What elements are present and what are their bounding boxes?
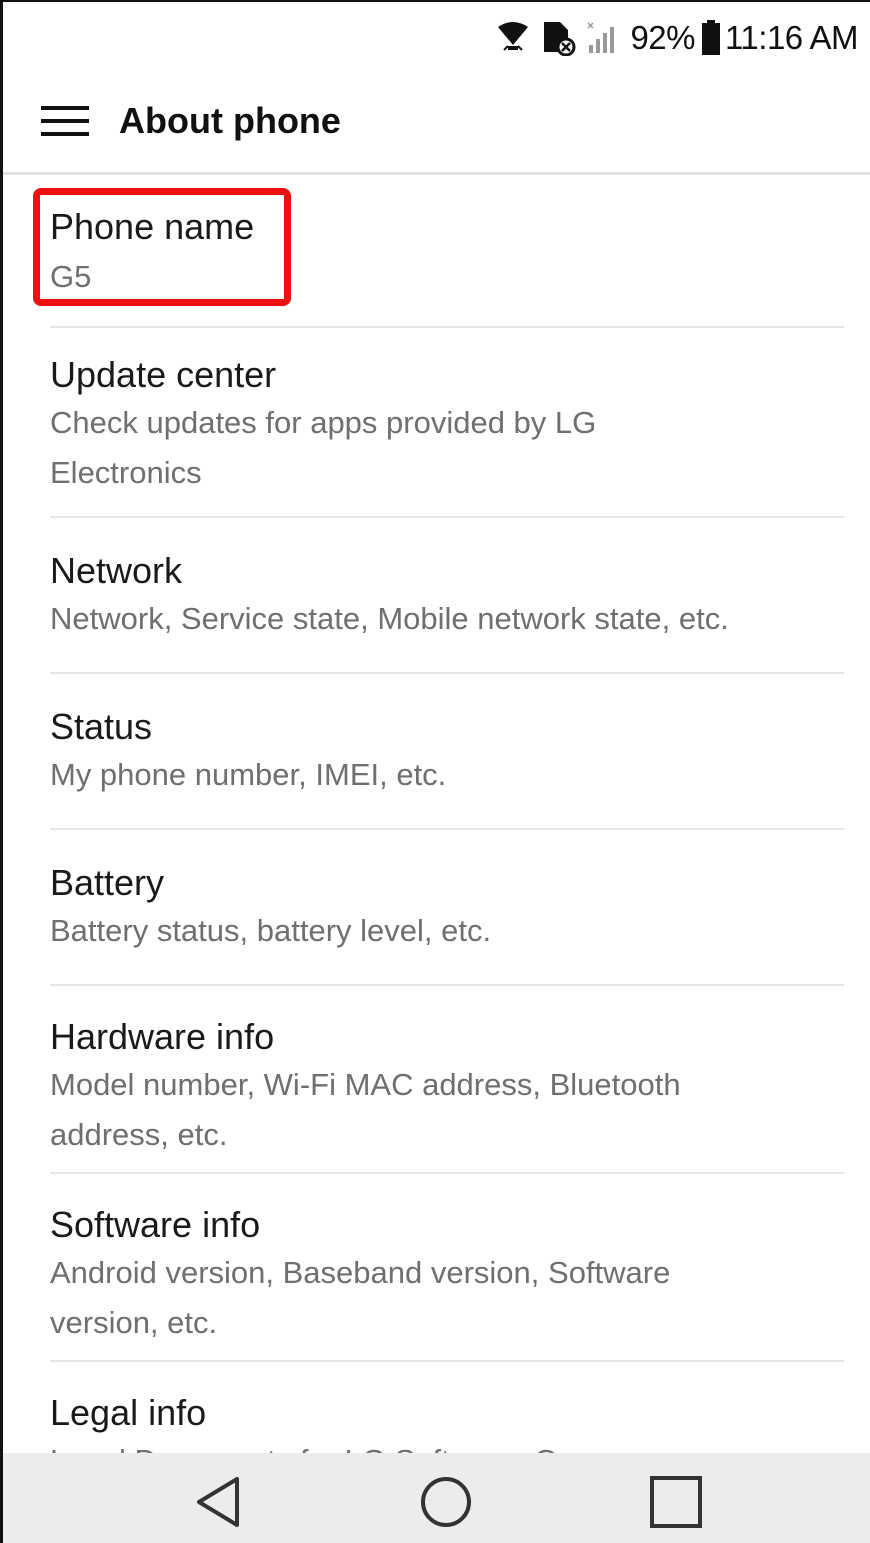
setting-title: Network [50, 550, 183, 591]
setting-legal-info[interactable]: Legal info Legal Documents for LG Softwa… [3, 1362, 870, 1453]
setting-summary: My phone number, IMEI, etc. [50, 757, 447, 792]
battery-percent: 92% [630, 19, 696, 56]
recents-icon[interactable] [649, 1475, 703, 1529]
setting-network[interactable]: Network Network, Service state, Mobile n… [3, 518, 870, 672]
setting-title: Status [50, 706, 153, 747]
setting-software-info[interactable]: Software info Android version, Baseband … [3, 1174, 870, 1360]
setting-title: Phone name [50, 206, 255, 247]
settings-list: Phone name G5 Update center Check update… [3, 176, 870, 1453]
setting-summary: Battery status, battery level, etc. [50, 913, 492, 948]
setting-title: Battery [50, 862, 165, 903]
setting-status[interactable]: Status My phone number, IMEI, etc. [3, 674, 870, 828]
app-toolbar: About phone [3, 74, 870, 175]
setting-summary: Model number, Wi-Fi MAC address, Bluetoo… [50, 1067, 681, 1152]
setting-title: Legal info [50, 1392, 207, 1433]
wifi-icon [496, 21, 530, 55]
setting-title: Software info [50, 1204, 261, 1245]
setting-battery[interactable]: Battery Battery status, battery level, e… [3, 830, 870, 984]
sim-no-service-icon [540, 20, 576, 56]
setting-summary: Legal Documents for LG Software, Open so… [50, 1436, 830, 1453]
page-title: About phone [119, 100, 341, 141]
setting-phone-name[interactable]: Phone name G5 [3, 176, 870, 326]
battery-icon [701, 20, 721, 56]
setting-summary: Network, Service state, Mobile network s… [50, 601, 729, 636]
hamburger-menu-icon[interactable] [41, 104, 89, 138]
setting-title: Update center [50, 354, 277, 395]
phone-screen: 92% 11:16 AM About phone Phone name G5 U… [0, 0, 870, 1543]
signal-icon [586, 21, 620, 55]
navigation-bar [3, 1453, 870, 1543]
setting-title: Hardware info [50, 1016, 275, 1057]
setting-summary: Check updates for apps provided by LG El… [50, 405, 597, 490]
clock: 11:16 AM [725, 19, 858, 56]
status-bar: 92% 11:16 AM [3, 2, 870, 74]
home-icon[interactable] [419, 1475, 473, 1529]
setting-summary: Android version, Baseband version, Softw… [50, 1255, 671, 1340]
back-icon[interactable] [191, 1475, 245, 1529]
setting-summary: G5 [50, 259, 92, 294]
setting-hardware-info[interactable]: Hardware info Model number, Wi-Fi MAC ad… [3, 986, 870, 1172]
setting-update-center[interactable]: Update center Check updates for apps pro… [3, 328, 870, 516]
